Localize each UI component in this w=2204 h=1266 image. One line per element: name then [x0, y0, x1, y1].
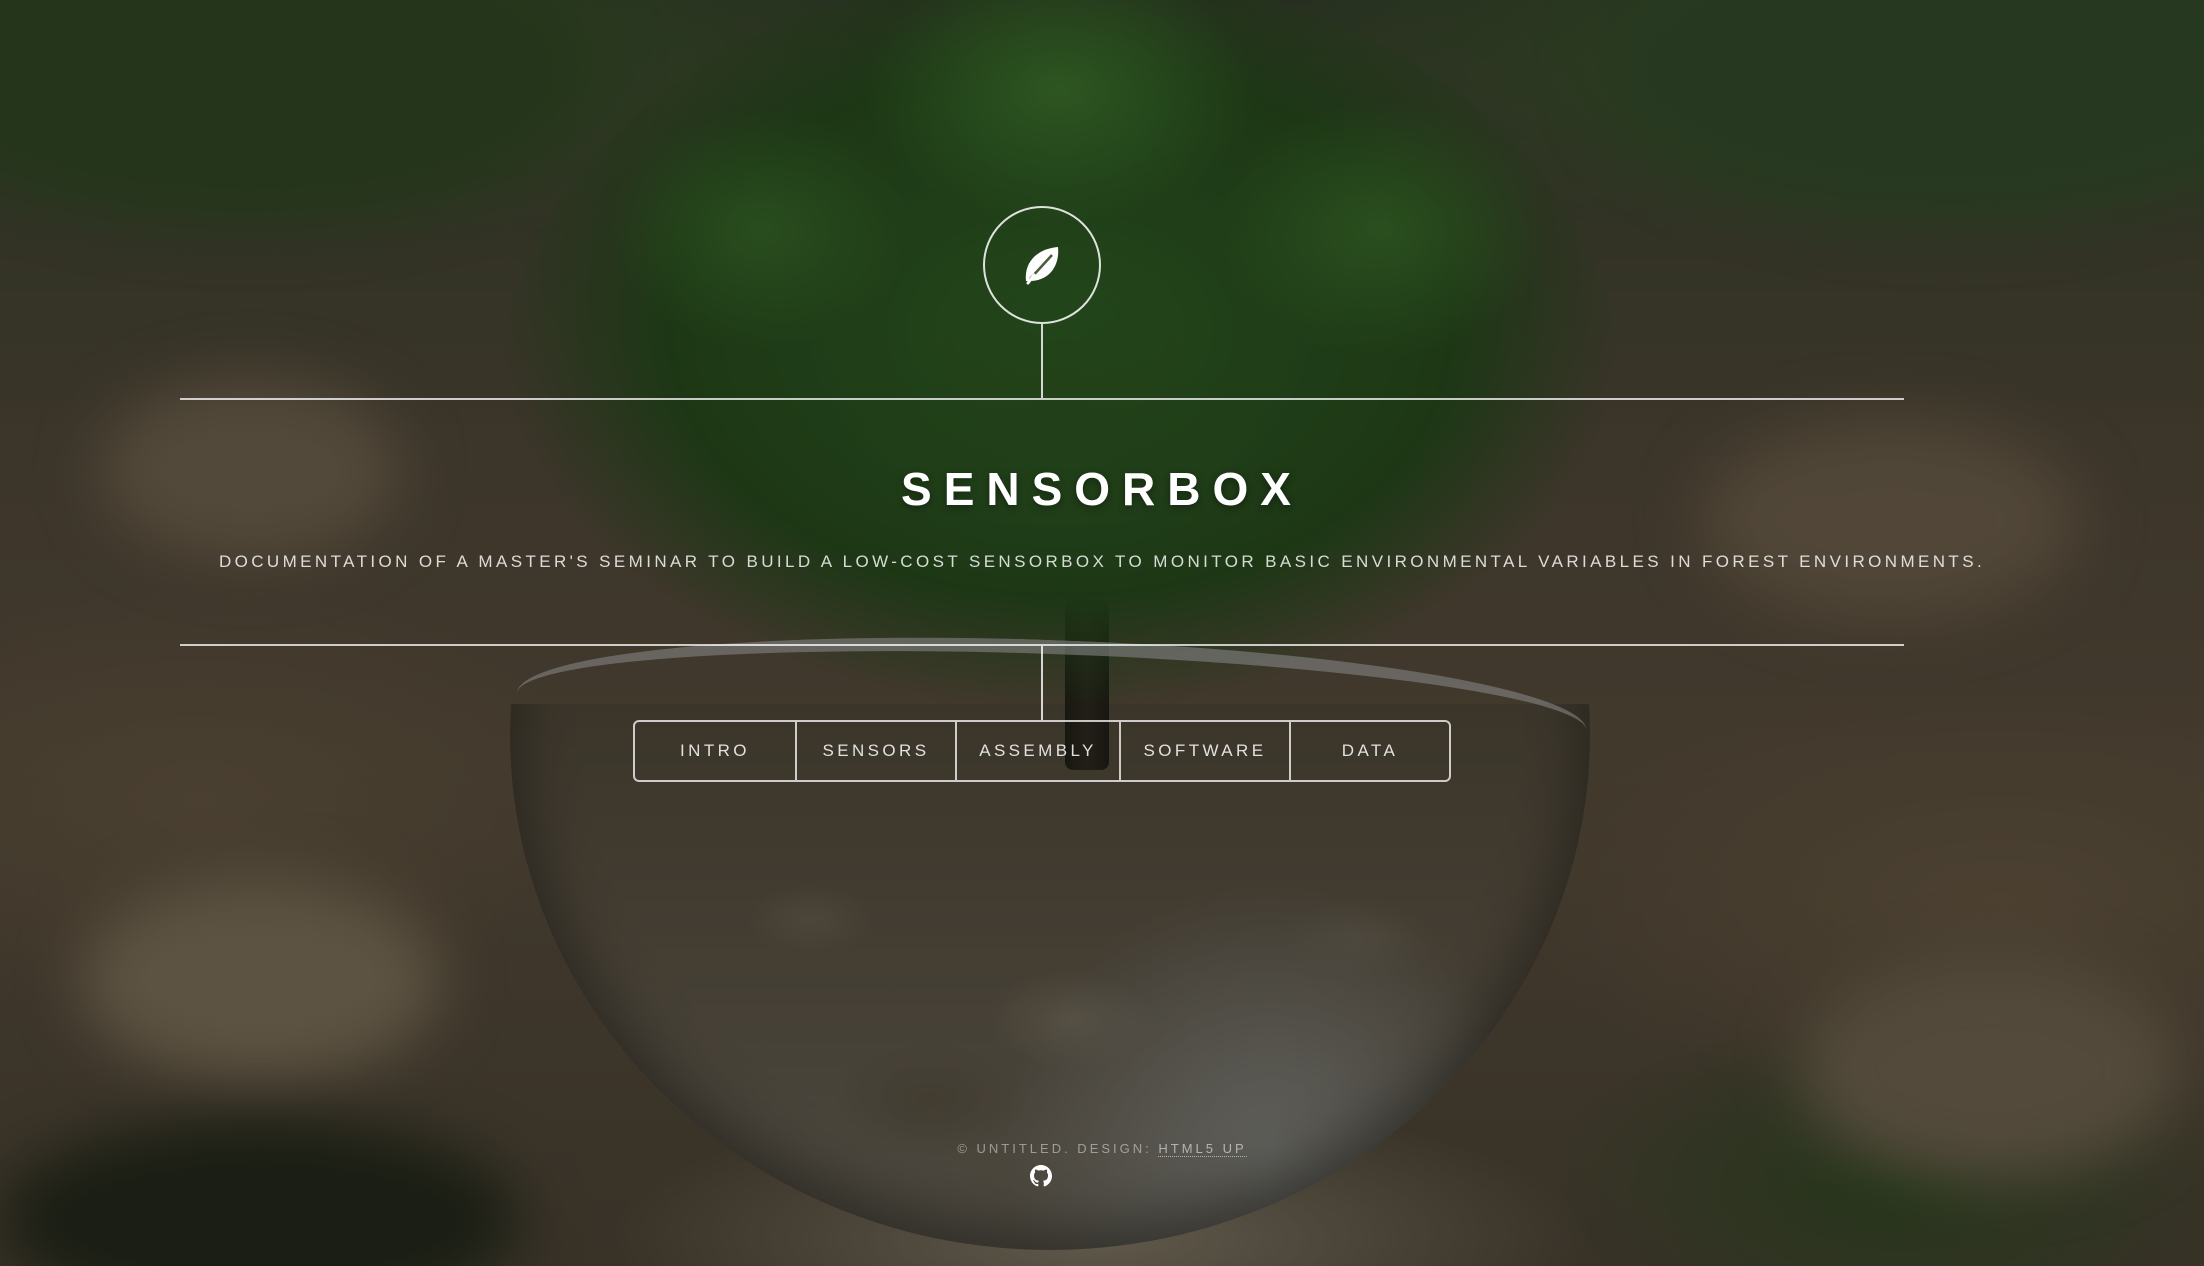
page-subtitle: Documentation of a Master's seminar to b… [218, 552, 1986, 571]
page-title: SENSORBOX [901, 463, 1303, 515]
copyright-text: © Untitled. Design: [957, 1141, 1159, 1156]
header: SENSORBOX Documentation of a Master's se… [0, 0, 2204, 1266]
footer: © Untitled. Design: HTML5 UP [0, 1141, 2204, 1157]
divider-line [180, 398, 1904, 400]
leaf-icon [1025, 247, 1059, 285]
connector-line [1041, 324, 1043, 398]
main-nav: Intro Sensors Assembly Software Data [633, 720, 1451, 782]
nav-item-assembly[interactable]: Assembly [955, 722, 1119, 780]
nav-item-intro[interactable]: Intro [635, 722, 795, 780]
nav-item-data[interactable]: Data [1289, 722, 1449, 780]
connector-line [1041, 646, 1043, 720]
html5up-link[interactable]: HTML5 UP [1158, 1141, 1247, 1157]
logo [983, 206, 1101, 324]
nav-item-sensors[interactable]: Sensors [795, 722, 955, 780]
github-icon[interactable] [1030, 1165, 1052, 1187]
nav-item-software[interactable]: Software [1119, 722, 1289, 780]
